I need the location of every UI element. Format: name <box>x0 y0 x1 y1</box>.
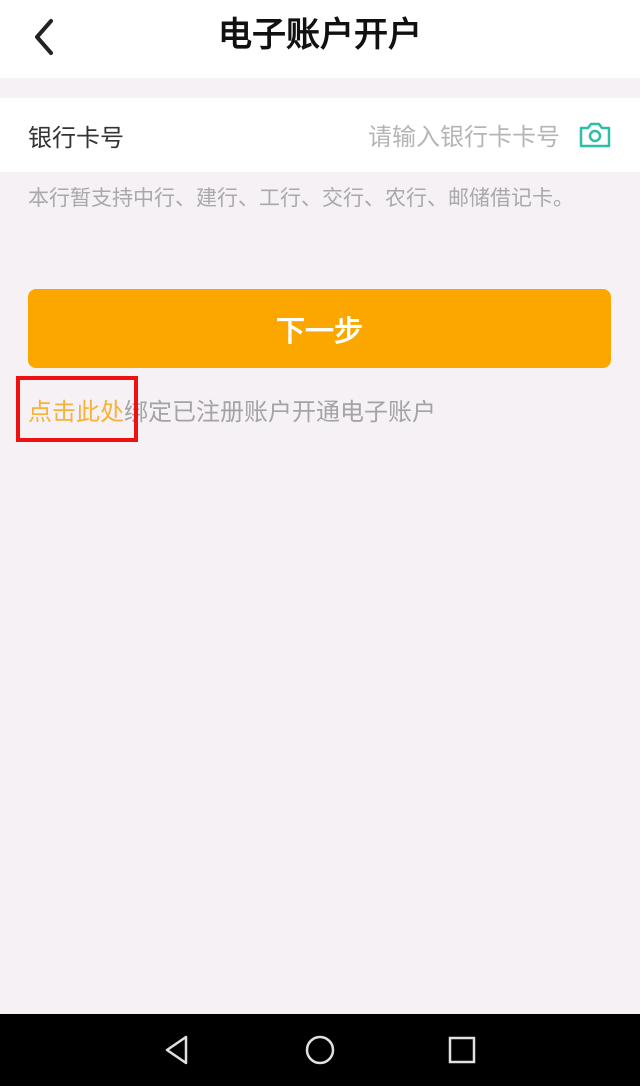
header-bar: 电子账户开户 <box>0 0 640 78</box>
system-nav-bar <box>0 1014 640 1086</box>
nav-recents-button[interactable] <box>440 1028 484 1072</box>
circle-home-icon <box>305 1035 335 1065</box>
square-recents-icon <box>448 1036 476 1064</box>
card-number-label: 银行卡号 <box>28 124 124 152</box>
card-number-row: 银行卡号 <box>0 98 640 172</box>
nav-home-button[interactable] <box>298 1028 342 1072</box>
triangle-back-icon <box>165 1035 188 1065</box>
bind-account-text: 绑定已注册账户开通电子账户 <box>124 398 436 426</box>
camera-scan-button[interactable] <box>578 120 612 150</box>
page-title: 电子账户开户 <box>218 15 422 55</box>
highlight-annotation-box <box>16 376 138 442</box>
nav-back-button[interactable] <box>156 1028 200 1072</box>
page: 电子账户开户 银行卡号 本行暂支持中行、建行、工行、交行、农行、邮储借记卡。 下… <box>0 0 640 1086</box>
supported-banks-hint: 本行暂支持中行、建行、工行、交行、农行、邮储借记卡。 <box>28 186 574 210</box>
camera-icon <box>579 122 611 148</box>
next-step-button[interactable]: 下一步 <box>28 289 611 368</box>
card-number-input[interactable] <box>298 116 562 158</box>
